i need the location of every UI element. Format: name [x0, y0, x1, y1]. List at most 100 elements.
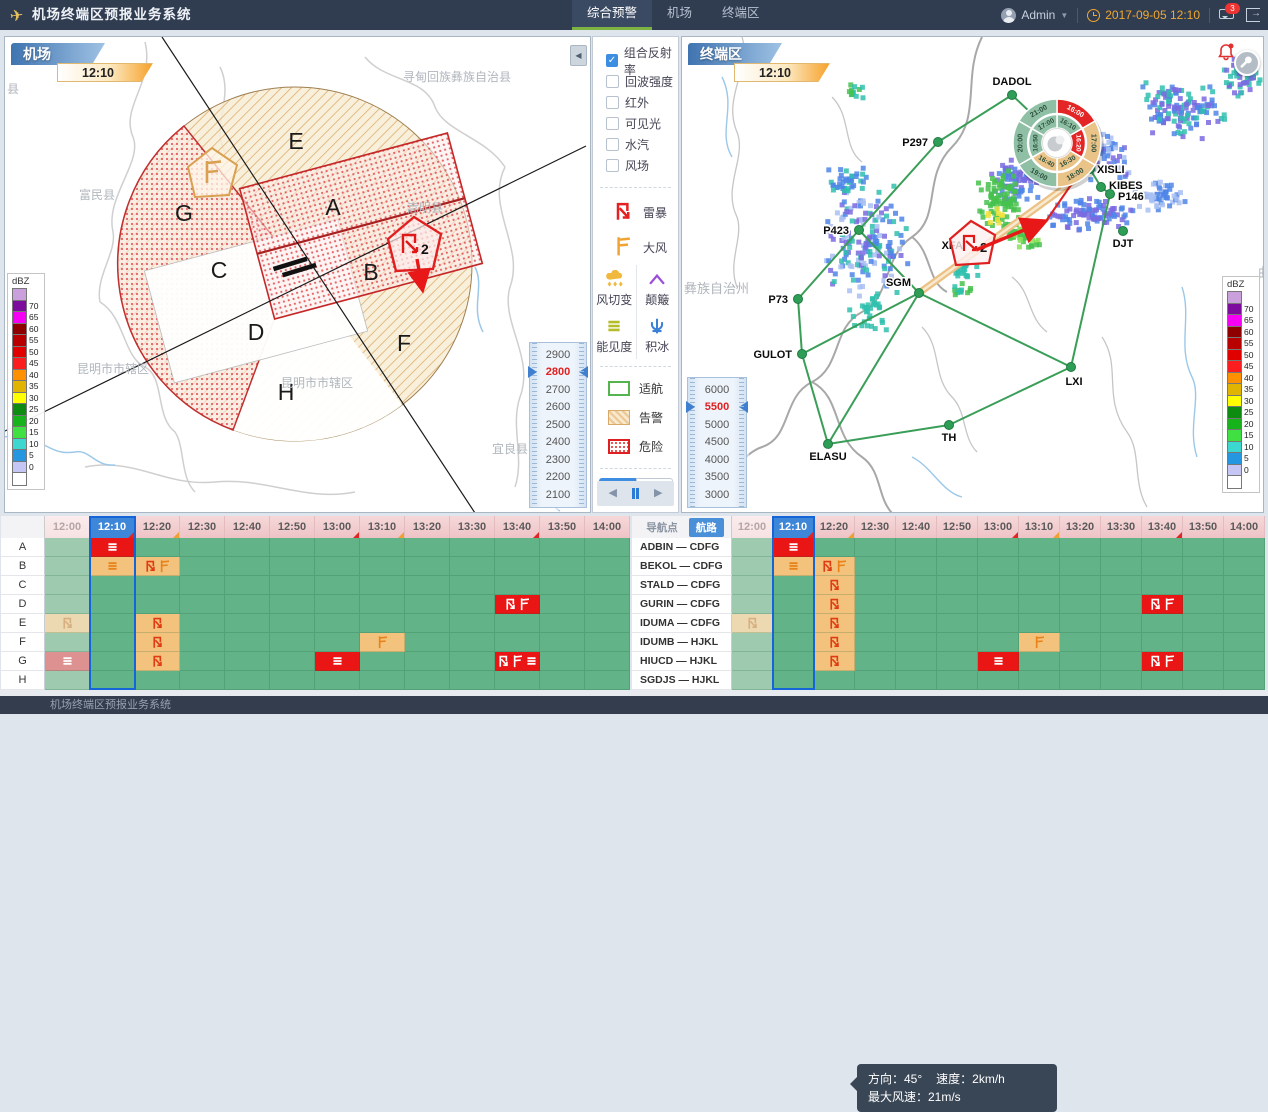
cell-H-12:00[interactable] — [45, 671, 90, 690]
cell-STALD — CDFG-12:00[interactable] — [732, 576, 773, 595]
cell-A-14:00[interactable] — [585, 538, 630, 557]
cell-IDUMB — HJKL-12:00[interactable] — [732, 633, 773, 652]
altitude-value-2600[interactable]: 2600 — [530, 399, 586, 417]
step-forward-button[interactable]: ▶ — [654, 488, 662, 499]
cell-IDUMA — CDFG-13:20[interactable] — [1060, 614, 1101, 633]
cell-B-12:50[interactable] — [270, 557, 315, 576]
cell-H-13:00[interactable] — [315, 671, 360, 690]
cell-F-12:50[interactable] — [270, 633, 315, 652]
cell-B-13:10[interactable] — [360, 557, 405, 576]
cell-HIUCD — HJKL-13:00[interactable] — [978, 652, 1019, 671]
cell-C-12:10[interactable] — [90, 576, 135, 595]
cell-B-13:40[interactable] — [495, 557, 540, 576]
cell-F-12:20[interactable] — [135, 633, 180, 652]
cell-E-13:30[interactable] — [450, 614, 495, 633]
cell-BEKOL — CDFG-13:50[interactable] — [1183, 557, 1224, 576]
cell-E-12:00[interactable] — [45, 614, 90, 633]
cell-ADBIN — CDFG-13:10[interactable] — [1019, 538, 1060, 557]
cell-B-13:20[interactable] — [405, 557, 450, 576]
time-col-12:10[interactable]: 12:10 — [773, 516, 814, 538]
time-col-12:20[interactable]: 12:20 — [814, 516, 855, 538]
layer-checkbox-1[interactable] — [606, 75, 619, 88]
cell-GURIN — CDFG-13:00[interactable] — [978, 595, 1019, 614]
terminal-map-panel[interactable]: 彝族自治州曲 DADOLP297P423P73GULOTSGMELASUTHLX… — [681, 36, 1264, 513]
cell-E-12:30[interactable] — [180, 614, 225, 633]
layer-checkbox-3[interactable] — [606, 117, 619, 130]
cell-STALD — CDFG-12:50[interactable] — [937, 576, 978, 595]
cell-SGDJS — HJKL-13:20[interactable] — [1060, 671, 1101, 690]
cell-ADBIN — CDFG-12:40[interactable] — [896, 538, 937, 557]
cell-ADBIN — CDFG-13:20[interactable] — [1060, 538, 1101, 557]
altitude-value-6000[interactable]: 6000 — [688, 381, 746, 399]
cell-H-13:50[interactable] — [540, 671, 585, 690]
cell-BEKOL — CDFG-12:20[interactable] — [814, 557, 855, 576]
cell-SGDJS — HJKL-13:50[interactable] — [1183, 671, 1224, 690]
cell-C-13:30[interactable] — [450, 576, 495, 595]
cell-ADBIN — CDFG-14:00[interactable] — [1224, 538, 1265, 557]
cell-C-12:50[interactable] — [270, 576, 315, 595]
cell-E-13:00[interactable] — [315, 614, 360, 633]
cell-IDUMA — CDFG-13:40[interactable] — [1142, 614, 1183, 633]
cell-HIUCD — HJKL-12:30[interactable] — [855, 652, 896, 671]
cell-ADBIN — CDFG-12:00[interactable] — [732, 538, 773, 557]
cell-GURIN — CDFG-13:20[interactable] — [1060, 595, 1101, 614]
altitude-value-2200[interactable]: 2200 — [530, 469, 586, 487]
time-col-13:50[interactable]: 13:50 — [1183, 516, 1224, 538]
layer-row-1[interactable]: 回波强度 — [606, 71, 678, 92]
cell-D-12:30[interactable] — [180, 595, 225, 614]
cell-H-12:50[interactable] — [270, 671, 315, 690]
cell-STALD — CDFG-14:00[interactable] — [1224, 576, 1265, 595]
time-col-14:00[interactable]: 14:00 — [1224, 516, 1265, 538]
cell-A-13:30[interactable] — [450, 538, 495, 557]
cell-IDUMA — CDFG-12:10[interactable] — [773, 614, 814, 633]
time-col-12:30[interactable]: 12:30 — [855, 516, 896, 538]
alert-bell-icon[interactable] — [1216, 42, 1236, 65]
cell-E-14:00[interactable] — [585, 614, 630, 633]
cell-BEKOL — CDFG-13:40[interactable] — [1142, 557, 1183, 576]
cell-B-13:00[interactable] — [315, 557, 360, 576]
cell-D-13:30[interactable] — [450, 595, 495, 614]
cell-D-12:20[interactable] — [135, 595, 180, 614]
cell-IDUMA — CDFG-12:20[interactable] — [814, 614, 855, 633]
cell-C-12:20[interactable] — [135, 576, 180, 595]
cell-STALD — CDFG-12:20[interactable] — [814, 576, 855, 595]
airport-map-panel[interactable]: 2 EAGCBDFH 县寻甸回族彝族自治县富民县嵩明县昆明市市辖区昆明市市辖区宜… — [4, 36, 591, 513]
cell-G-12:30[interactable] — [180, 652, 225, 671]
cell-BEKOL — CDFG-12:00[interactable] — [732, 557, 773, 576]
step-back-button[interactable]: ◀ — [609, 488, 617, 499]
cell-F-12:40[interactable] — [225, 633, 270, 652]
cell-IDUMA — CDFG-13:50[interactable] — [1183, 614, 1224, 633]
cell-HIUCD — HJKL-13:40[interactable] — [1142, 652, 1183, 671]
cell-F-13:30[interactable] — [450, 633, 495, 652]
cell-H-13:30[interactable] — [450, 671, 495, 690]
time-col-12:40[interactable]: 12:40 — [896, 516, 937, 538]
cell-HIUCD — HJKL-12:40[interactable] — [896, 652, 937, 671]
layer-row-5[interactable]: 风场 — [606, 155, 678, 176]
time-col-13:40[interactable]: 13:40 — [1142, 516, 1183, 538]
altitude-value-2900[interactable]: 2900 — [530, 346, 586, 364]
cell-BEKOL — CDFG-12:30[interactable] — [855, 557, 896, 576]
airport-map[interactable]: 2 EAGCBDFH 县寻甸回族彝族自治县富民县嵩明县昆明市市辖区昆明市市辖区宜… — [5, 37, 590, 512]
altitude-value-2400[interactable]: 2400 — [530, 434, 586, 452]
cell-H-12:20[interactable] — [135, 671, 180, 690]
cell-SGDJS — HJKL-13:10[interactable] — [1019, 671, 1060, 690]
slider-handle-left[interactable] — [686, 401, 695, 413]
cell-GURIN — CDFG-13:40[interactable] — [1142, 595, 1183, 614]
cell-G-13:40[interactable] — [495, 652, 540, 671]
cell-BEKOL — CDFG-13:20[interactable] — [1060, 557, 1101, 576]
cell-H-13:10[interactable] — [360, 671, 405, 690]
cell-STALD — CDFG-13:10[interactable] — [1019, 576, 1060, 595]
cell-GURIN — CDFG-13:50[interactable] — [1183, 595, 1224, 614]
cell-A-12:10[interactable] — [90, 538, 135, 557]
cell-G-13:50[interactable] — [540, 652, 585, 671]
cell-A-12:00[interactable] — [45, 538, 90, 557]
layer-row-0[interactable]: ✓组合反射率 — [606, 50, 678, 71]
cell-ADBIN — CDFG-13:30[interactable] — [1101, 538, 1142, 557]
cell-HIUCD — HJKL-12:00[interactable] — [732, 652, 773, 671]
cell-STALD — CDFG-13:50[interactable] — [1183, 576, 1224, 595]
cell-GURIN — CDFG-12:20[interactable] — [814, 595, 855, 614]
cell-C-13:00[interactable] — [315, 576, 360, 595]
cell-C-12:00[interactable] — [45, 576, 90, 595]
cell-B-14:00[interactable] — [585, 557, 630, 576]
cell-C-13:50[interactable] — [540, 576, 585, 595]
